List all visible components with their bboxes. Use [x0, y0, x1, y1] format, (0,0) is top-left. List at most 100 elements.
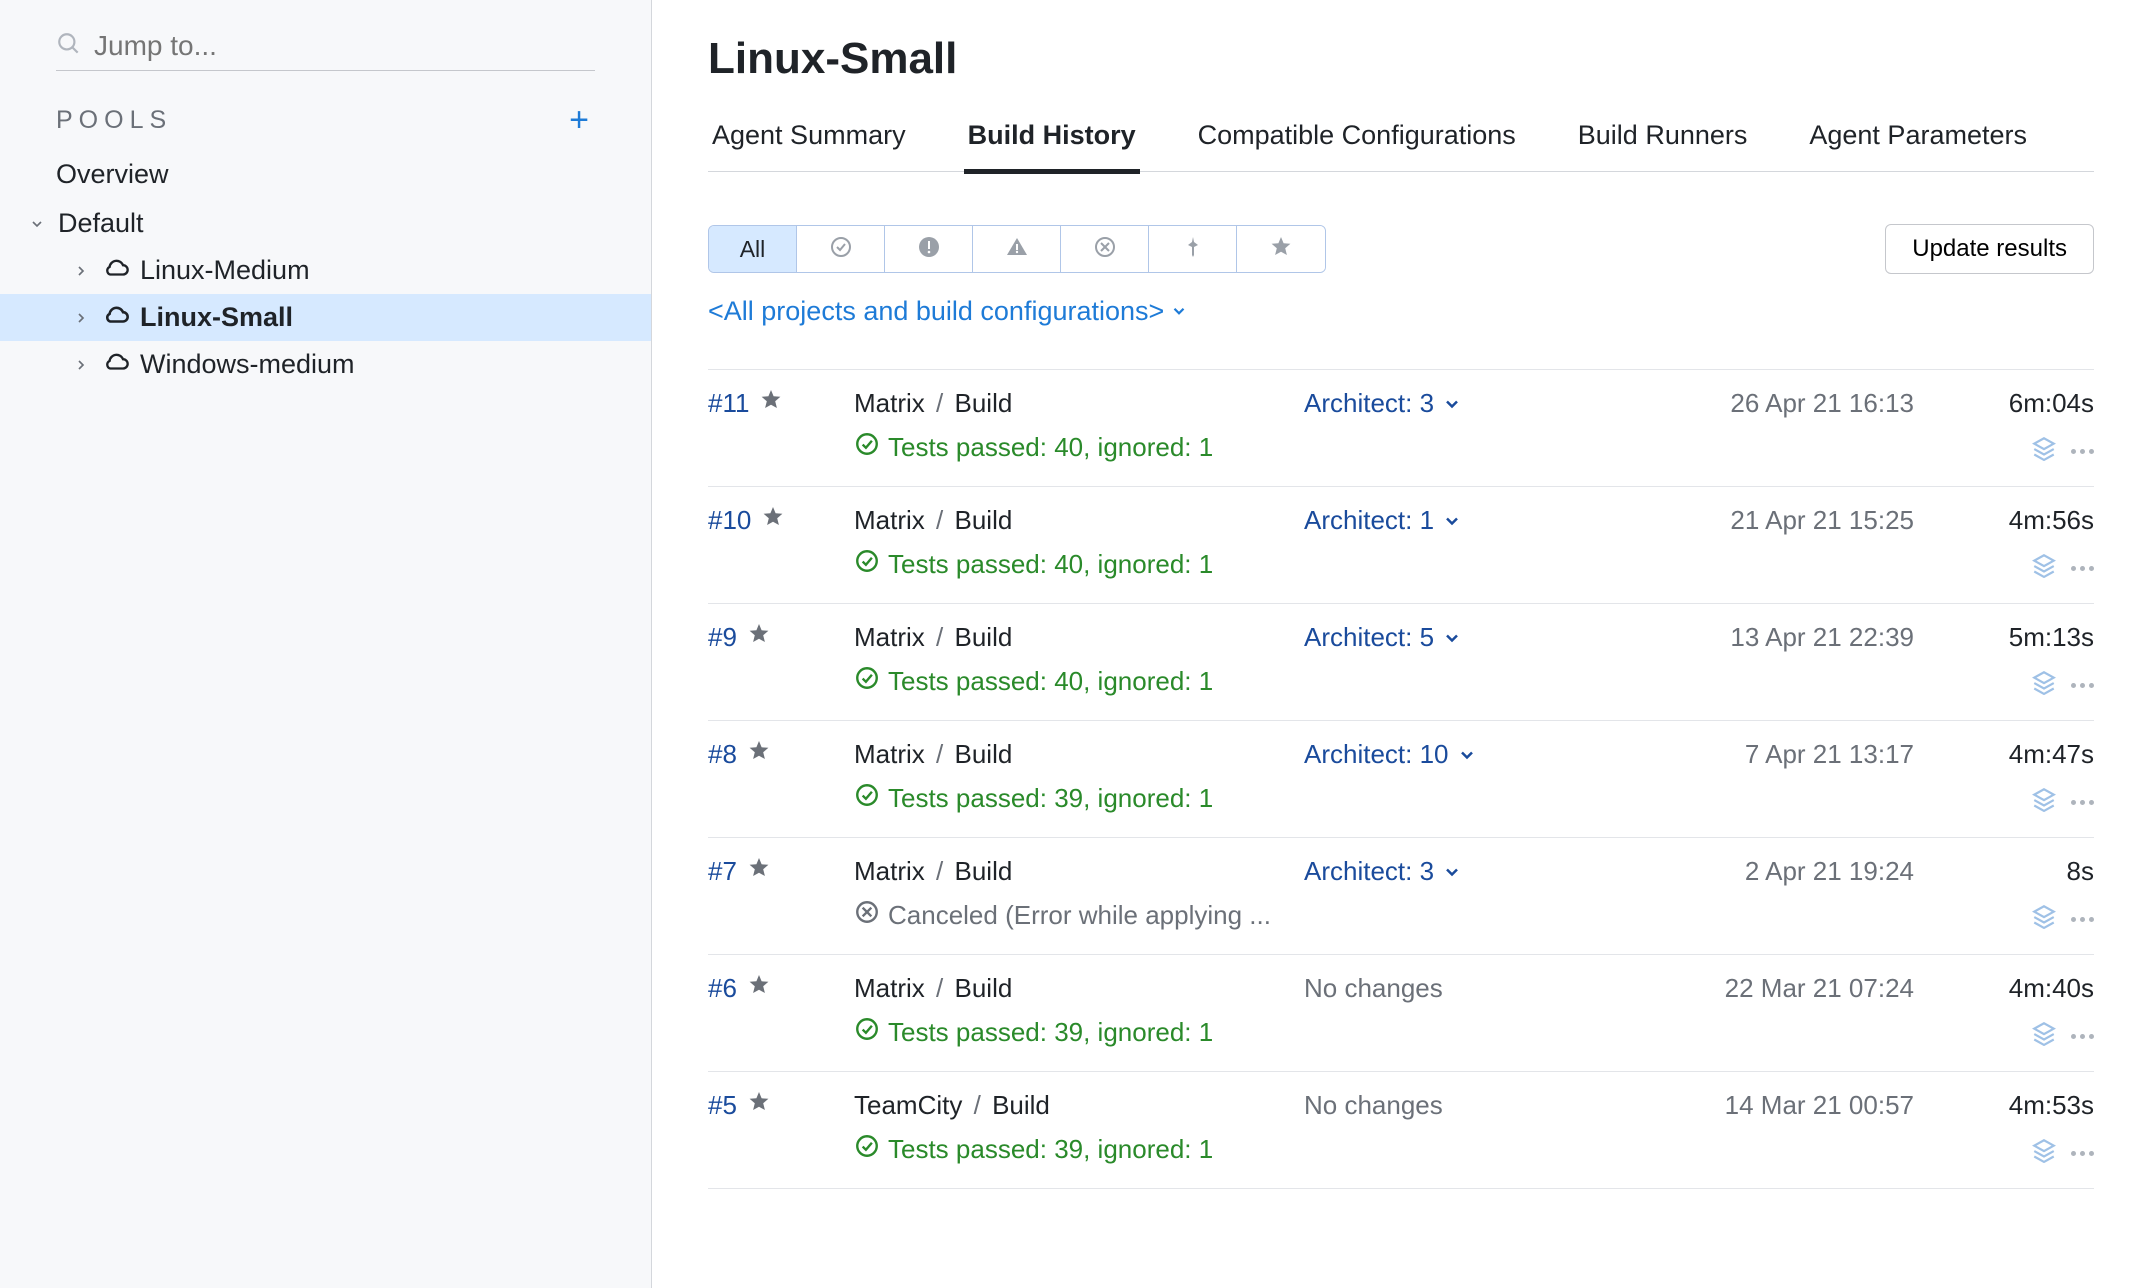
- agent-linux-medium[interactable]: Linux-Medium: [0, 247, 651, 294]
- build-status[interactable]: Tests passed: 40, ignored: 1: [854, 665, 1304, 698]
- build-number[interactable]: #7: [708, 856, 737, 887]
- project-path[interactable]: Matrix / Build: [854, 505, 1304, 536]
- tab-build-history[interactable]: Build History: [964, 112, 1140, 174]
- search-field[interactable]: [56, 22, 595, 71]
- build-status[interactable]: Canceled (Error while applying ...: [854, 899, 1304, 932]
- agent-linux-small[interactable]: Linux-Small: [0, 294, 651, 341]
- build-status[interactable]: Tests passed: 39, ignored: 1: [854, 1133, 1304, 1166]
- status-icon: [854, 1016, 880, 1049]
- build-status[interactable]: Tests passed: 39, ignored: 1: [854, 1016, 1304, 1049]
- agent-windows-medium[interactable]: Windows-medium: [0, 341, 651, 388]
- project-name: TeamCity: [854, 1090, 962, 1120]
- build-status[interactable]: Tests passed: 39, ignored: 1: [854, 782, 1304, 815]
- layers-icon[interactable]: [2031, 435, 2057, 468]
- row-actions: [2031, 552, 2094, 585]
- build-row[interactable]: #10 Matrix / Build Tests passed: 40, ign…: [708, 487, 2094, 604]
- scope-label: <All projects and build configurations>: [708, 296, 1164, 327]
- changes-col[interactable]: Architect: 3: [1304, 856, 1614, 936]
- star-icon[interactable]: [747, 1090, 771, 1119]
- filter-warning[interactable]: [973, 226, 1061, 272]
- chevron-down-icon: [1442, 388, 1462, 421]
- more-actions-icon[interactable]: [2071, 1137, 2094, 1170]
- tab-agent-parameters[interactable]: Agent Parameters: [1805, 112, 2031, 171]
- update-results-button[interactable]: Update results: [1885, 224, 2094, 274]
- changes-text: Architect: 10: [1304, 739, 1449, 770]
- tab-agent-summary[interactable]: Agent Summary: [708, 112, 910, 171]
- filter-success[interactable]: [797, 226, 885, 272]
- build-number[interactable]: #10: [708, 505, 751, 536]
- build-number[interactable]: #11: [708, 388, 749, 419]
- project-path[interactable]: TeamCity / Build: [854, 1090, 1304, 1121]
- project-path[interactable]: Matrix / Build: [854, 739, 1304, 770]
- build-duration: 4m:40s: [2009, 973, 2094, 1004]
- tab-build-runners[interactable]: Build Runners: [1574, 112, 1752, 171]
- star-icon[interactable]: [761, 505, 785, 534]
- status-text: Tests passed: 39, ignored: 1: [888, 1017, 1213, 1048]
- layers-icon[interactable]: [2031, 1137, 2057, 1170]
- project-path[interactable]: Matrix / Build: [854, 622, 1304, 653]
- changes-col[interactable]: No changes: [1304, 1090, 1614, 1170]
- star-icon[interactable]: [747, 856, 771, 885]
- changes-col[interactable]: No changes: [1304, 973, 1614, 1053]
- more-actions-icon[interactable]: [2071, 552, 2094, 585]
- add-pool-button[interactable]: +: [569, 103, 595, 137]
- project-path[interactable]: Matrix / Build: [854, 973, 1304, 1004]
- more-actions-icon[interactable]: [2071, 435, 2094, 468]
- star-icon[interactable]: [747, 739, 771, 768]
- filter-pinned[interactable]: [1149, 226, 1237, 272]
- build-status[interactable]: Tests passed: 40, ignored: 1: [854, 548, 1304, 581]
- project-path[interactable]: Matrix / Build: [854, 388, 1304, 419]
- filter-error[interactable]: [885, 226, 973, 272]
- project-name: Matrix: [854, 739, 925, 769]
- changes-col[interactable]: Architect: 5: [1304, 622, 1614, 702]
- pools-label: POOLS: [56, 106, 172, 135]
- more-actions-icon[interactable]: [2071, 669, 2094, 702]
- build-date: 13 Apr 21 22:39: [1614, 622, 1914, 702]
- pool-default[interactable]: Default: [0, 200, 651, 247]
- more-actions-icon[interactable]: [2071, 1020, 2094, 1053]
- path-separator: /: [974, 1090, 981, 1120]
- filter-starred[interactable]: [1237, 226, 1325, 272]
- changes-text: No changes: [1304, 973, 1443, 1004]
- build-row[interactable]: #9 Matrix / Build Tests passed: 40, igno…: [708, 604, 2094, 721]
- overview-link[interactable]: Overview: [0, 149, 651, 200]
- build-number[interactable]: #5: [708, 1090, 737, 1121]
- changes-col[interactable]: Architect: 10: [1304, 739, 1614, 819]
- duration-col: 4m:56s: [1914, 505, 2094, 585]
- scope-selector[interactable]: <All projects and build configurations>: [708, 296, 1188, 327]
- tab-compatible-configurations[interactable]: Compatible Configurations: [1194, 112, 1520, 171]
- layers-icon[interactable]: [2031, 903, 2057, 936]
- build-number[interactable]: #9: [708, 622, 737, 653]
- build-date: 21 Apr 21 15:25: [1614, 505, 1914, 585]
- cancel-circle-icon: [1093, 235, 1117, 264]
- build-number[interactable]: #8: [708, 739, 737, 770]
- build-status[interactable]: Tests passed: 40, ignored: 1: [854, 431, 1304, 464]
- more-actions-icon[interactable]: [2071, 903, 2094, 936]
- star-icon[interactable]: [747, 622, 771, 651]
- changes-col[interactable]: Architect: 3: [1304, 388, 1614, 468]
- build-number-col: #9: [708, 622, 854, 702]
- project-name: Matrix: [854, 505, 925, 535]
- filter-canceled[interactable]: [1061, 226, 1149, 272]
- more-actions-icon[interactable]: [2071, 786, 2094, 819]
- tabs: Agent Summary Build History Compatible C…: [708, 112, 2094, 172]
- build-row[interactable]: #5 TeamCity / Build Tests passed: 39, ig…: [708, 1072, 2094, 1189]
- changes-col[interactable]: Architect: 1: [1304, 505, 1614, 585]
- search-input[interactable]: [94, 30, 595, 62]
- build-row[interactable]: #7 Matrix / Build Canceled (Error while …: [708, 838, 2094, 955]
- filter-all[interactable]: All: [709, 226, 797, 272]
- star-icon[interactable]: [759, 388, 783, 417]
- status-icon: [854, 782, 880, 815]
- layers-icon[interactable]: [2031, 552, 2057, 585]
- build-row[interactable]: #6 Matrix / Build Tests passed: 39, igno…: [708, 955, 2094, 1072]
- row-actions: [2031, 1020, 2094, 1053]
- layers-icon[interactable]: [2031, 669, 2057, 702]
- build-date: 14 Mar 21 00:57: [1614, 1090, 1914, 1170]
- build-number[interactable]: #6: [708, 973, 737, 1004]
- layers-icon[interactable]: [2031, 786, 2057, 819]
- build-row[interactable]: #11 Matrix / Build Tests passed: 40, ign…: [708, 369, 2094, 487]
- layers-icon[interactable]: [2031, 1020, 2057, 1053]
- star-icon[interactable]: [747, 973, 771, 1002]
- build-row[interactable]: #8 Matrix / Build Tests passed: 39, igno…: [708, 721, 2094, 838]
- project-path[interactable]: Matrix / Build: [854, 856, 1304, 887]
